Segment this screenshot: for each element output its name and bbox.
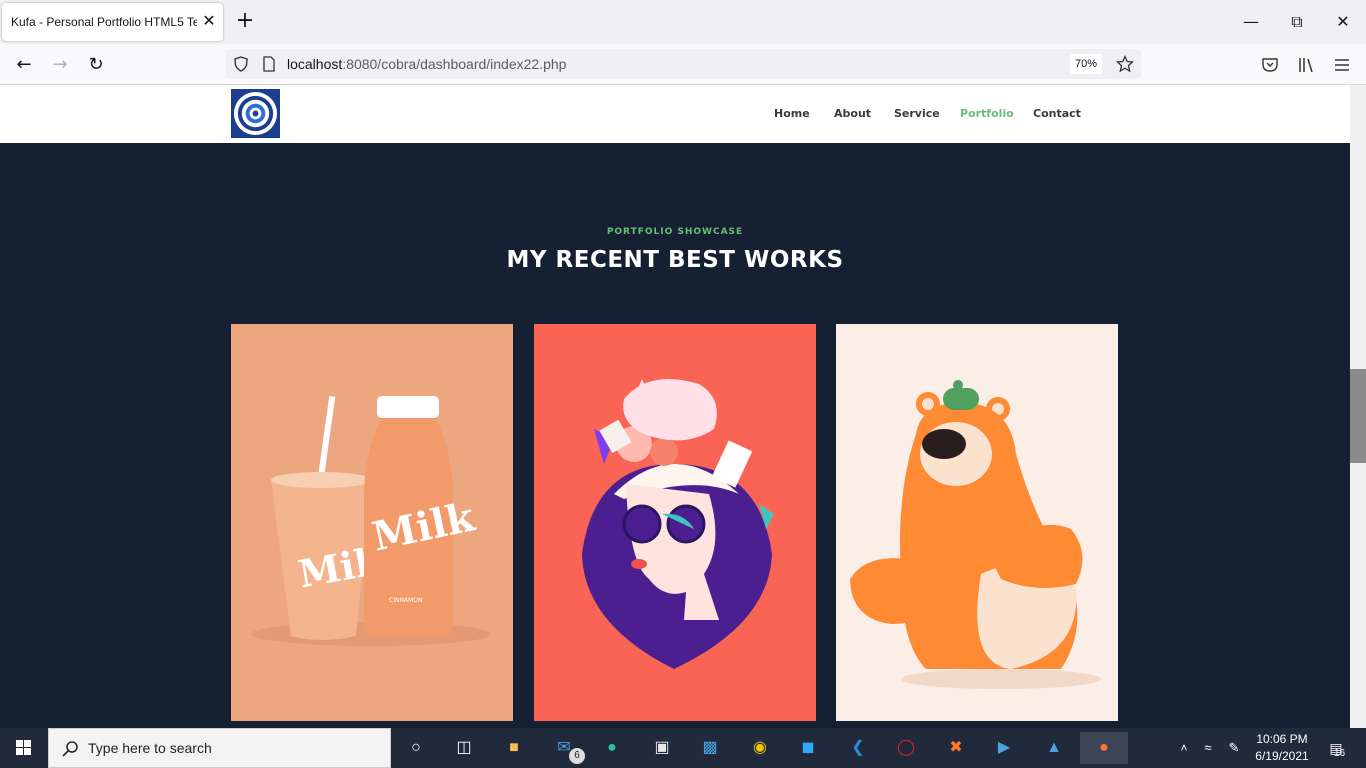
search-placeholder: Type here to search (88, 740, 212, 756)
system-clock[interactable]: 10:06 PM 6/19/2021 (1252, 731, 1312, 765)
bear-illustration (850, 380, 1101, 689)
url-text: localhost:8080/cobra/dashboard/index22.p… (287, 56, 567, 72)
web-page: Home About Service Portfolio Contact POR… (0, 85, 1350, 728)
clock-time: 10:06 PM (1256, 732, 1308, 746)
shield-icon (234, 56, 248, 72)
photoshop-icon[interactable]: ◼ (790, 732, 826, 764)
chrome-icon[interactable]: ◉ (742, 732, 778, 764)
portfolio-card-bear[interactable] (836, 324, 1118, 721)
pocket-icon[interactable] (1261, 56, 1279, 74)
menu-about[interactable]: About (834, 107, 871, 120)
new-tab-button[interactable]: + (233, 10, 257, 34)
firefox-icon[interactable]: ● (1080, 732, 1128, 764)
back-icon[interactable]: ← (10, 52, 38, 78)
section-subtitle: PORTFOLIO SHOWCASE (606, 227, 744, 237)
girl-illustration (582, 379, 774, 669)
reload-icon[interactable]: ↻ (82, 52, 110, 78)
close-tab-icon[interactable]: ✕ (199, 11, 219, 31)
portfolio-card-milk[interactable]: Milk Milk CINNAMON (231, 324, 513, 721)
opera-icon[interactable]: ◯ (888, 732, 924, 764)
cinnamon-label: CINNAMON (389, 597, 422, 604)
bookmark-star-icon[interactable] (1116, 55, 1134, 73)
page-icon (263, 56, 275, 72)
library-icon[interactable] (1297, 56, 1315, 74)
forward-icon[interactable]: → (46, 52, 74, 78)
url-bar[interactable]: localhost:8080/cobra/dashboard/index22.p… (226, 49, 1141, 79)
notification-count: 16 (1334, 748, 1346, 759)
cortana-icon[interactable]: ○ (398, 732, 434, 764)
file-explorer-icon[interactable]: ■ (496, 732, 532, 764)
zoom-level[interactable]: 70% (1070, 54, 1102, 74)
photos-icon[interactable]: ▲ (1036, 732, 1072, 764)
taskbar-search-box[interactable]: Type here to search (48, 728, 391, 768)
pen-icon[interactable]: ✎ (1216, 732, 1252, 764)
milk-image: Milk Milk CINNAMON (251, 396, 491, 646)
app-icon[interactable]: ▩ (692, 732, 728, 764)
menu-contact[interactable]: Contact (1033, 107, 1081, 120)
task-view-icon[interactable]: ◫ (446, 732, 482, 764)
search-icon (62, 741, 78, 757)
browser-tab[interactable]: Kufa - Personal Portfolio HTML5 Ten ✕ (2, 3, 223, 41)
site-logo[interactable] (231, 89, 280, 138)
tab-bar: Kufa - Personal Portfolio HTML5 Ten ✕ + … (0, 0, 1366, 44)
windows-taskbar: Type here to search ○ ◫ ■ ✉ 6 ● ▣ ▩ ◉ ◼ … (0, 728, 1366, 768)
minimize-icon[interactable]: — (1228, 8, 1274, 36)
restore-icon[interactable]: ⧉ (1274, 8, 1320, 36)
site-header: Home About Service Portfolio Contact (0, 85, 1350, 143)
mail-badge: 6 (569, 748, 585, 764)
menu-icon[interactable] (1333, 56, 1351, 74)
scrollbar-thumb[interactable] (1350, 369, 1366, 463)
tab-title: Kufa - Personal Portfolio HTML5 Ten (11, 15, 197, 29)
menu-portfolio[interactable]: Portfolio (960, 107, 1014, 120)
menu-service[interactable]: Service (894, 107, 940, 120)
navigation-toolbar: ← → ↻ localhost:8080/cobra/dashboard/ind… (0, 44, 1366, 85)
portfolio-card-girl[interactable] (534, 324, 816, 721)
clock-date: 6/19/2021 (1255, 749, 1309, 763)
store-icon[interactable]: ▣ (644, 732, 680, 764)
vscode-icon[interactable]: ❮ (840, 732, 876, 764)
xampp-icon[interactable]: ✖ (938, 732, 974, 764)
close-window-icon[interactable]: ✕ (1320, 8, 1366, 36)
edge-icon[interactable]: ● (594, 732, 630, 764)
windows-start-icon[interactable] (0, 728, 48, 768)
section-title: MY RECENT BEST WORKS (506, 247, 844, 273)
menu-home[interactable]: Home (774, 107, 810, 120)
media-player-icon[interactable]: ▶ (986, 732, 1022, 764)
